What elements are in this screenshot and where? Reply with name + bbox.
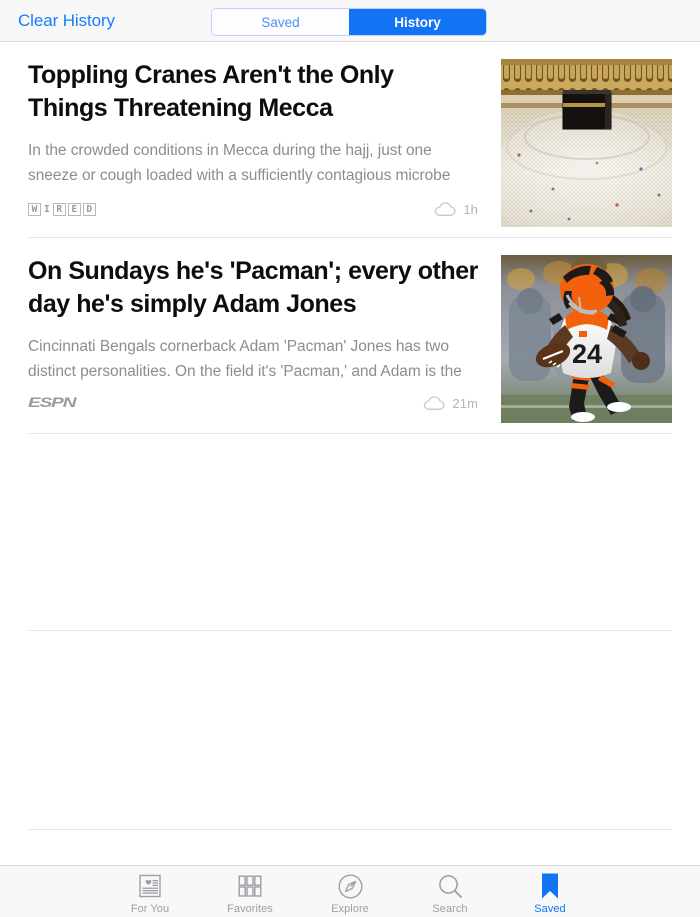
wired-logo: W I R E D (28, 203, 96, 216)
article-headline: On Sundays he's 'Pacman'; every other da… (28, 257, 478, 318)
wired-logo-letter-i: I (44, 203, 50, 215)
clear-history-button[interactable]: Clear History (18, 11, 115, 31)
tab-saved[interactable]: Saved (500, 873, 600, 915)
list-divider (28, 829, 672, 830)
article-footer: ESPN 21m (28, 393, 478, 413)
espn-logo: ESPN (28, 394, 77, 411)
cloud-icon (435, 202, 456, 216)
bookmark-icon (541, 873, 559, 899)
article-headline: Toppling Cranes Aren't the Only Things T… (28, 61, 394, 122)
history-article-list: Toppling Cranes Aren't the Only Things T… (0, 42, 700, 434)
bengals-player-image: 24 (501, 255, 672, 423)
svg-text:24: 24 (572, 339, 602, 369)
article-text-block: On Sundays he's 'Pacman'; every other da… (28, 255, 478, 384)
grid-icon (238, 873, 262, 899)
cloud-icon (424, 395, 445, 410)
wired-logo-letter-d: D (82, 203, 96, 216)
tab-label: Saved (534, 903, 566, 915)
list-item[interactable]: On Sundays he's 'Pacman'; every other da… (0, 238, 700, 434)
tab-for-you[interactable]: For You (100, 873, 200, 915)
tab-label: Explore (331, 903, 369, 915)
list-divider (28, 433, 672, 434)
mecca-kaaba-image (501, 59, 672, 227)
tab-search[interactable]: Search (400, 873, 500, 915)
header-bar: Clear History Saved History (0, 0, 700, 42)
compass-icon (337, 873, 363, 899)
list-item[interactable]: Toppling Cranes Aren't the Only Things T… (0, 42, 700, 238)
article-timestamp: 1h (463, 202, 478, 217)
tab-history[interactable]: History (349, 9, 486, 35)
article-heart-icon (139, 873, 161, 899)
article-summary: In the crowded conditions in Mecca durin… (28, 142, 451, 184)
tab-explore[interactable]: Explore (300, 873, 400, 915)
list-divider (28, 630, 672, 631)
bottom-tab-bar: For You Favorites Explore Search Saved (0, 865, 700, 917)
article-thumbnail[interactable] (501, 59, 672, 227)
article-timestamp: 21m (452, 395, 478, 411)
tab-label: Favorites (227, 903, 273, 915)
news-app-screen: Clear History Saved History Toppling Cra… (0, 0, 700, 917)
tab-label: Search (432, 903, 468, 915)
tab-favorites[interactable]: Favorites (200, 873, 300, 915)
article-summary: Cincinnati Bengals cornerback Adam 'Pacm… (28, 338, 462, 380)
magnifier-icon (438, 873, 463, 899)
wired-logo-letter-w: W (28, 203, 41, 216)
article-footer: W I R E D 1h (28, 202, 478, 217)
article-meta: 21m (423, 396, 478, 411)
article-meta: 1h (434, 202, 478, 217)
tab-label: For You (130, 903, 170, 915)
article-text-block: Toppling Cranes Aren't the Only Things T… (28, 59, 478, 188)
wired-logo-letter-e: E (67, 203, 81, 216)
wired-logo-letter-r: R (52, 203, 66, 216)
article-thumbnail[interactable]: 24 (501, 255, 672, 423)
tab-saved[interactable]: Saved (212, 9, 349, 35)
saved-history-segmented-control[interactable]: Saved History (211, 8, 487, 36)
